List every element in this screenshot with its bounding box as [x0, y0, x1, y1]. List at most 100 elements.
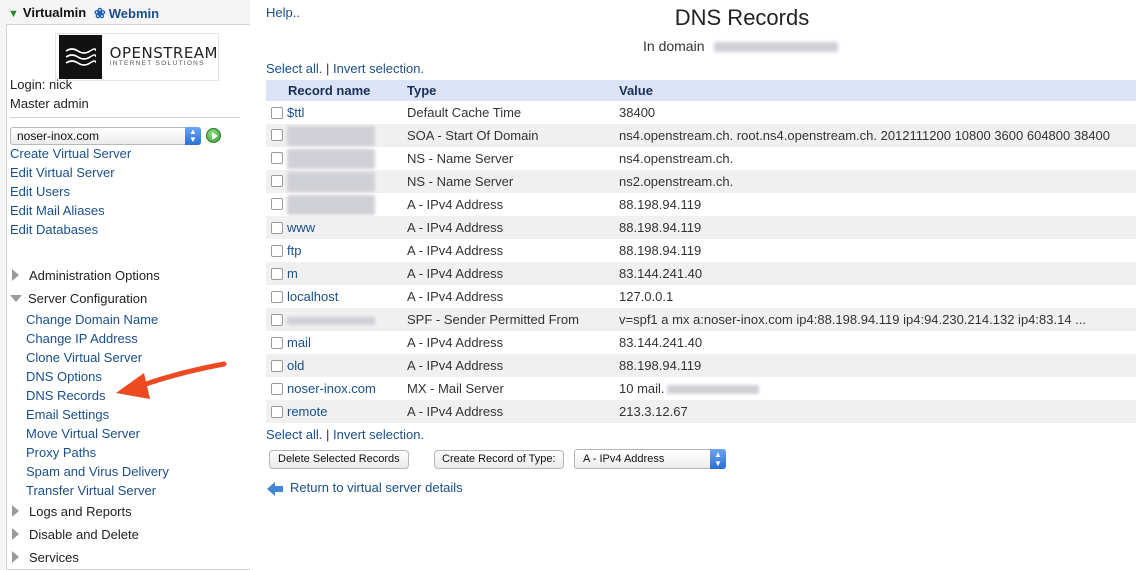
record-type: SOA - Start Of Domain: [407, 124, 619, 147]
record-type: A - IPv4 Address: [407, 354, 619, 377]
record-type: NS - Name Server: [407, 170, 619, 193]
col-record-name[interactable]: Record name: [266, 80, 407, 101]
row-checkbox[interactable]: [271, 222, 283, 234]
domain-select[interactable]: noser-inox.com ▲ ▼: [10, 127, 201, 145]
record-name-link[interactable]: mail: [287, 335, 311, 350]
select-all-link[interactable]: Select all.: [266, 427, 322, 442]
triangle-right-icon: [12, 528, 19, 540]
help-link[interactable]: Help..: [266, 5, 300, 20]
back-arrow-icon[interactable]: [266, 481, 284, 497]
tab-virtualmin[interactable]: ▼ Virtualmin: [8, 5, 86, 20]
record-value: 88.198.94.119: [619, 193, 1136, 216]
records-table: Record name Type Value $ttl Default Cach…: [266, 80, 1136, 423]
return-link[interactable]: Return to virtual server details: [290, 480, 463, 495]
nav-email-settings[interactable]: Email Settings: [26, 405, 169, 424]
col-type[interactable]: Type: [407, 80, 619, 101]
redacted-record-name[interactable]: [287, 171, 375, 192]
row-checkbox[interactable]: [271, 107, 283, 119]
nav-edit-databases[interactable]: Edit Databases: [10, 220, 131, 239]
row-checkbox[interactable]: [271, 268, 283, 280]
record-name-link[interactable]: localhost: [287, 289, 338, 304]
record-value: 88.198.94.119: [619, 216, 1136, 239]
record-name-link[interactable]: m: [287, 266, 298, 281]
record-name-link[interactable]: old: [287, 358, 304, 373]
logo-tagline: INTERNET SOLUTIONS: [109, 60, 205, 68]
user-role: Master admin: [10, 96, 89, 111]
category-disable-and-delete[interactable]: Disable and Delete: [10, 524, 139, 546]
record-name-link[interactable]: noser-inox.com: [287, 381, 376, 396]
tab-webmin-label: Webmin: [108, 6, 160, 21]
product-tabs: ▼ Virtualmin ❀ Webmin: [0, 0, 250, 24]
record-value: 83.144.241.40: [619, 262, 1136, 285]
row-checkbox[interactable]: [271, 151, 283, 164]
redacted-record-name[interactable]: [287, 148, 375, 169]
logo-name: OPENSTREAM: [109, 43, 218, 62]
record-type: Default Cache Time: [407, 101, 619, 124]
table-header: Record name Type Value: [266, 80, 1136, 101]
row-checkbox[interactable]: [271, 314, 283, 326]
record-name-link[interactable]: ftp: [287, 243, 301, 258]
record-type: NS - Name Server: [407, 147, 619, 170]
col-record-name-label: Record name: [288, 83, 371, 98]
create-record-button[interactable]: Create Record of Type:: [434, 450, 564, 469]
redacted-record-name[interactable]: [287, 316, 375, 325]
row-checkbox[interactable]: [271, 197, 283, 210]
record-type: A - IPv4 Address: [407, 193, 619, 216]
category-label: Logs and Reports: [29, 504, 132, 519]
row-checkbox[interactable]: [271, 383, 283, 395]
row-checkbox[interactable]: [271, 337, 283, 349]
nav-proxy-paths[interactable]: Proxy Paths: [26, 443, 169, 462]
record-value: ns2.openstream.ch.: [619, 170, 1136, 193]
invert-selection-link[interactable]: Invert selection.: [333, 427, 424, 442]
select-all-link[interactable]: Select all.: [266, 61, 322, 76]
table-row: NS - Name Server ns4.openstream.ch.: [266, 147, 1136, 170]
category-label: Services: [29, 550, 79, 565]
page-title: DNS Records: [674, 5, 810, 30]
tab-webmin[interactable]: ❀ Webmin: [94, 5, 159, 22]
nav-edit-users[interactable]: Edit Users: [10, 182, 131, 201]
record-name-link[interactable]: www: [287, 220, 315, 235]
login-info: Login: nick Master admin: [10, 75, 89, 113]
category-logs-and-reports[interactable]: Logs and Reports: [10, 501, 132, 523]
row-checkbox[interactable]: [271, 128, 283, 141]
nav-edit-virtual-server[interactable]: Edit Virtual Server: [10, 163, 131, 182]
record-value: ns4.openstream.ch.: [619, 147, 1136, 170]
row-checkbox[interactable]: [271, 174, 283, 187]
row-checkbox[interactable]: [271, 245, 283, 257]
delete-selected-records-button[interactable]: Delete Selected Records: [269, 450, 409, 469]
redacted-record-name[interactable]: [287, 194, 375, 215]
server-config-links: Change Domain Name Change IP Address Clo…: [26, 310, 169, 500]
record-type: A - IPv4 Address: [407, 216, 619, 239]
go-button[interactable]: [206, 128, 221, 143]
nav-move-virtual-server[interactable]: Move Virtual Server: [26, 424, 169, 443]
record-type: A - IPv4 Address: [407, 400, 619, 423]
row-checkbox[interactable]: [271, 360, 283, 372]
triangle-right-icon: [12, 551, 19, 563]
record-type: A - IPv4 Address: [407, 262, 619, 285]
record-name-link[interactable]: $ttl: [287, 105, 304, 120]
row-checkbox[interactable]: [271, 406, 283, 418]
nav-create-virtual-server[interactable]: Create Virtual Server: [10, 144, 131, 163]
annotation-arrow-icon: [116, 361, 227, 399]
redacted-domain: [714, 42, 839, 53]
category-administration-options[interactable]: Administration Options: [10, 265, 160, 287]
category-services[interactable]: Services: [10, 547, 79, 569]
return-row: Return to virtual server details: [266, 478, 463, 498]
category-label: Server Configuration: [28, 291, 148, 306]
nav-edit-mail-aliases[interactable]: Edit Mail Aliases: [10, 201, 131, 220]
row-checkbox[interactable]: [271, 291, 283, 303]
record-type: SPF - Sender Permitted From: [407, 308, 619, 331]
table-row: www A - IPv4 Address 88.198.94.119: [266, 216, 1136, 239]
redacted-record-name[interactable]: [287, 125, 375, 146]
nav-change-domain-name[interactable]: Change Domain Name: [26, 310, 169, 329]
category-server-configuration[interactable]: Server Configuration: [10, 288, 147, 310]
record-type: A - IPv4 Address: [407, 239, 619, 262]
record-type-select[interactable]: A - IPv4 Address ▲ ▼: [574, 449, 726, 469]
nav-spam-virus-delivery[interactable]: Spam and Virus Delivery: [26, 462, 169, 481]
col-value[interactable]: Value: [619, 80, 1136, 101]
nav-transfer-virtual-server[interactable]: Transfer Virtual Server: [26, 481, 169, 500]
company-logo: OPENSTREAM INTERNET SOLUTIONS: [55, 33, 219, 81]
invert-selection-link[interactable]: Invert selection.: [333, 61, 424, 76]
record-name-link[interactable]: remote: [287, 404, 327, 419]
nav-change-ip-address[interactable]: Change IP Address: [26, 329, 169, 348]
